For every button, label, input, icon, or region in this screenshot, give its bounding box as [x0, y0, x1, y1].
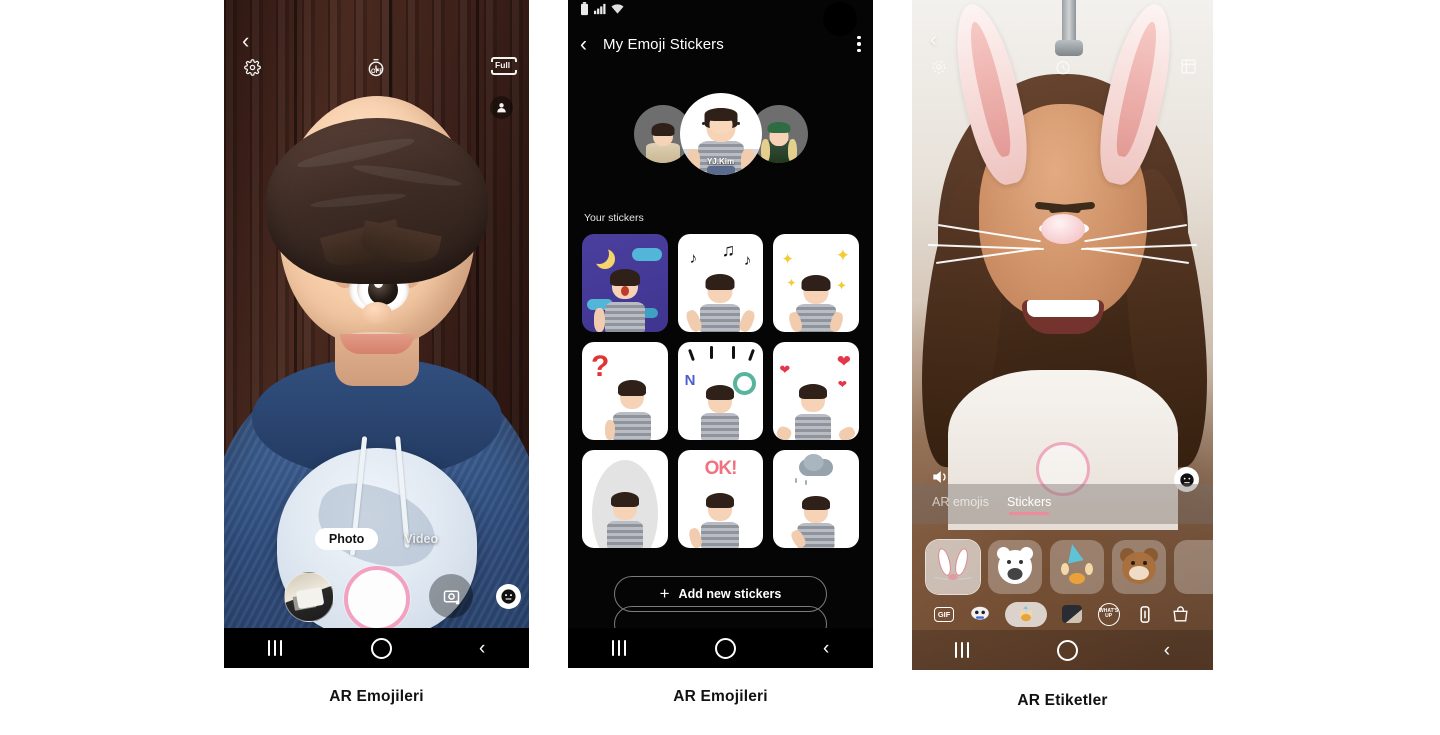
page-title: My Emoji Stickers [603, 35, 724, 53]
aspect-ratio-label: Full [495, 60, 511, 70]
phone-mockup-ar-emoji-camera: ‹ OFF Full Photo Video ‹ [224, 0, 529, 668]
sticker-music-dance[interactable]: ♪ ♫ ♪ [677, 234, 764, 332]
sticker-party-cat[interactable] [1050, 540, 1104, 594]
camera-controls [224, 566, 529, 632]
sticker-bunny-ears[interactable] [926, 540, 980, 594]
sticker-hearts[interactable]: ❤ ❤ ❤ [773, 342, 859, 440]
avatar-carousel[interactable]: YJ.Kim [568, 88, 873, 180]
sticker-thumbnail-row [912, 536, 1213, 598]
sticker-brown-bear[interactable] [1112, 540, 1166, 594]
phone2-screen: ‹ My Emoji Stickers YJ.Kim Your stickers… [568, 0, 873, 668]
caption-phone2: AR Emojileri [673, 688, 768, 705]
wifi-icon [611, 2, 624, 20]
face-sticker-icon[interactable] [969, 603, 991, 625]
battery-sticker-icon[interactable] [1134, 603, 1156, 625]
back-chevron-icon[interactable]: ‹ [242, 30, 249, 52]
sticker-tabs: AR emojis Stickers [912, 484, 1213, 524]
sticker-more[interactable] [1174, 540, 1213, 594]
signal-icon [594, 2, 606, 20]
sticker-grid: ♪ ♫ ♪ ✦ ✦ ✦ ✦ ? N ❤ ❤ ❤ OK! [582, 234, 859, 548]
mode-photo[interactable]: Photo [314, 528, 379, 550]
emoji-face-icon[interactable] [496, 584, 521, 609]
home-icon[interactable] [714, 637, 736, 659]
timer-off-icon[interactable]: OFF [366, 58, 386, 78]
phone2-navbar: ‹ [568, 628, 873, 668]
sticker-rain-cloud[interactable] [773, 450, 859, 548]
home-icon[interactable] [370, 637, 392, 659]
gallery-thumbnail[interactable] [284, 572, 334, 622]
timer-state-label: OFF [371, 69, 383, 75]
caption-phone3: AR Etiketler [1017, 692, 1108, 709]
battery-icon [580, 1, 589, 21]
kebab-menu-icon[interactable] [857, 35, 861, 53]
bunny-nose-filter [1040, 214, 1085, 244]
timer-off-icon[interactable] [1054, 58, 1072, 81]
phone2-header: ‹ My Emoji Stickers [568, 26, 873, 62]
aspect-ratio-full-icon[interactable]: Full [491, 55, 517, 77]
recents-icon[interactable] [267, 640, 284, 656]
aspect-ratio-icon[interactable] [1180, 58, 1197, 80]
phone-mockup-ar-stickers-camera: ‹ AR emojis Stickers GIF WHAT'S UP ‹ [912, 0, 1213, 670]
tab-ar-emojis[interactable]: AR emojis [932, 495, 989, 514]
avatar-name-label: YJ.Kim [706, 157, 735, 166]
recents-icon[interactable] [611, 640, 628, 656]
phone-mockup-my-emoji-stickers: ‹ My Emoji Stickers YJ.Kim Your stickers… [568, 0, 873, 668]
recents-icon[interactable] [954, 642, 971, 658]
gear-icon[interactable] [244, 59, 261, 76]
back-icon[interactable]: ‹ [479, 639, 485, 658]
back-icon[interactable]: ‹ [823, 639, 829, 658]
caption-phone1: AR Emojileri [329, 688, 424, 705]
phone1-navbar: ‹ [224, 628, 529, 668]
add-new-stickers-label: Add new stickers [678, 587, 782, 601]
selected-sticker-icon[interactable] [1005, 601, 1048, 627]
back-chevron-icon[interactable]: ‹ [930, 30, 937, 50]
sticker-question[interactable]: ? [582, 342, 668, 440]
back-icon[interactable]: ‹ [1164, 641, 1170, 660]
sticker-toolbar: GIF WHAT'S UP [912, 598, 1213, 630]
phone1-screen: ‹ OFF Full Photo Video ‹ [224, 0, 529, 668]
camera-mode-selector[interactable]: Photo Video [224, 528, 529, 550]
sticker-no[interactable]: N [677, 342, 764, 440]
phone3-screen: ‹ AR emojis Stickers GIF WHAT'S UP ‹ [912, 0, 1213, 670]
shopping-bag-icon[interactable] [1170, 603, 1192, 625]
back-chevron-icon[interactable]: ‹ [580, 34, 587, 55]
tab-stickers[interactable]: Stickers [1007, 495, 1051, 515]
phone3-navbar: ‹ [912, 630, 1213, 670]
screenshot-stage: ‹ OFF Full Photo Video ‹ ‹ My Emoji Stic… [0, 0, 1440, 735]
sticker-sleepy-night[interactable] [582, 234, 668, 332]
portrait-avatar-icon[interactable] [490, 96, 513, 119]
gif-icon[interactable]: GIF [933, 603, 955, 625]
faucet-decor [1055, 0, 1083, 56]
mode-video[interactable]: Video [404, 532, 438, 546]
avatar-yj-kim-selected[interactable]: YJ.Kim [679, 93, 762, 175]
home-icon[interactable] [1056, 639, 1078, 661]
shutter-button[interactable] [343, 566, 410, 632]
sticker-plain-grey[interactable] [582, 450, 668, 548]
switch-camera-icon[interactable] [429, 574, 473, 618]
whats-up-badge-icon[interactable]: WHAT'S UP [1097, 602, 1120, 626]
sticker-polar-bear[interactable] [988, 540, 1042, 594]
section-label-your-stickers: Your stickers [584, 212, 644, 224]
dark-thumbnail-icon[interactable] [1061, 603, 1083, 625]
sticker-sparkle-shy[interactable]: ✦ ✦ ✦ ✦ [773, 234, 859, 332]
gear-icon[interactable] [931, 59, 947, 80]
sticker-ok[interactable]: OK! [677, 450, 764, 548]
